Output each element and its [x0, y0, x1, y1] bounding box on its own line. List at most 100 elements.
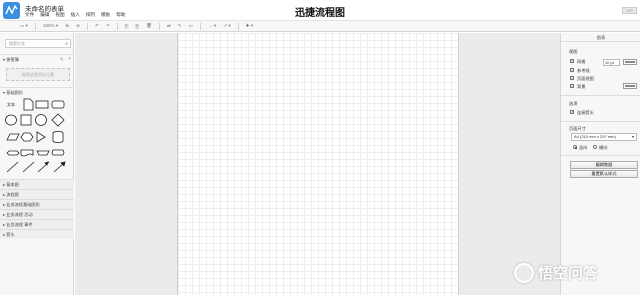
- connection-arrows-label: 连接箭头: [577, 110, 594, 115]
- scratchpad-header[interactable]: ▾ 便笺簿 ✎ +: [0, 54, 74, 63]
- section-bpmn-activities-label: 业务流程 活动: [6, 212, 33, 217]
- shape-diamond: [51, 113, 65, 127]
- section-arrows[interactable]: ▸ 箭头: [0, 229, 74, 239]
- app-title: 迅捷流程图: [295, 8, 345, 19]
- insert-dropdown[interactable]: ✚ ▾: [246, 23, 253, 29]
- connection-style-dropdown[interactable]: → ▾: [208, 23, 216, 29]
- section-basic-label: 基本图: [6, 182, 19, 187]
- menu-file[interactable]: 文件: [25, 12, 34, 18]
- toolbar: ▭ ▾ 100% ▾ ⊕ ⊖ ↶ ↷ ⎘ ⎘ 🗑 ⇄ ✎ ▭ → ▾ ↗ ▾ ✚…: [0, 20, 640, 32]
- to-back-icon[interactable]: ⎘: [135, 24, 139, 29]
- format-panel-tab[interactable]: 图表: [561, 33, 640, 42]
- reset-style-button[interactable]: 重置默认样式: [570, 170, 638, 178]
- page-view-label: 页面视图: [577, 76, 594, 81]
- undo-icon[interactable]: ↶: [95, 23, 99, 29]
- menu-bar: 文件 编辑 视图 插入 排列 模板 帮助: [25, 12, 125, 18]
- grid-color-swatch[interactable]: [623, 59, 637, 65]
- shape-line-2: [22, 161, 35, 173]
- edit-icon[interactable]: ✎: [60, 57, 64, 63]
- toolbar-divider: [200, 22, 201, 30]
- shape-triangle: [36, 131, 46, 143]
- zoom-out-icon[interactable]: ⊖: [76, 23, 80, 29]
- shape-square: [20, 114, 32, 126]
- shape-parallelogram: [6, 133, 20, 141]
- toolbar-divider: [116, 22, 118, 30]
- section-basic[interactable]: ▸ 基本图: [0, 179, 74, 189]
- section-bpmn-events[interactable]: ▸ 业务流程 事件: [0, 219, 74, 229]
- general-shapes-header[interactable]: ▾ 基础图形: [0, 87, 74, 96]
- background-checkbox[interactable]: ✓: [570, 84, 574, 88]
- waypoint-dropdown[interactable]: ↗ ▾: [223, 23, 230, 29]
- connection-arrows-checkbox[interactable]: ✓: [570, 110, 574, 114]
- guides-label: 参考线: [577, 68, 590, 73]
- search-placeholder: 搜索形状: [9, 41, 25, 46]
- general-shapes-title: 基础图形: [6, 90, 24, 95]
- shape-line: [6, 161, 19, 173]
- paper-size-title: 页面尺寸: [569, 126, 586, 131]
- add-icon[interactable]: +: [68, 56, 71, 62]
- line-color-icon[interactable]: ✎: [178, 23, 182, 29]
- paper-size-value: A4 (210 mm x 297 mm): [574, 134, 616, 139]
- flowchart-logo-icon: [5, 5, 18, 15]
- shape-ellipse: [5, 114, 17, 126]
- scratchpad-drop-area[interactable]: 拖到这里添加元素: [6, 68, 70, 81]
- zoom-in-icon[interactable]: ⊕: [65, 23, 69, 29]
- delete-icon[interactable]: 🗑: [146, 23, 152, 29]
- shape-note: [23, 98, 34, 111]
- shape-search-input[interactable]: 搜索形状 ⌕: [5, 39, 71, 48]
- panel-divider: [561, 95, 640, 96]
- section-bpmn-events-label: 业务流程 事件: [6, 222, 33, 227]
- panel-divider: [561, 155, 640, 156]
- vip-badge[interactable]: VIP: [622, 7, 637, 14]
- grid-checkbox[interactable]: ✓: [570, 59, 574, 63]
- to-front-icon[interactable]: ⎘: [125, 24, 129, 29]
- speech-bubble-icon: [514, 262, 534, 283]
- shape-cylinder: [52, 131, 64, 143]
- fill-color-icon[interactable]: ⇄: [167, 23, 171, 29]
- toolbar-divider: [87, 22, 88, 30]
- page-view-checkbox[interactable]: ✓: [570, 76, 574, 80]
- arrow-head-icon: [44, 161, 49, 166]
- canvas-area[interactable]: [75, 33, 560, 295]
- toolbar-divider: [158, 22, 160, 30]
- paper-size-select[interactable]: A4 (210 mm x 297 mm) ▾: [571, 133, 637, 141]
- title-bar: 未命名的表单 文件 编辑 视图 插入 排列 模板 帮助 迅捷流程图 VIP: [0, 0, 640, 20]
- shape-rounded-rectangle: [51, 100, 65, 109]
- zoom-dropdown[interactable]: 100% ▾: [43, 23, 58, 29]
- shape-tag: [51, 149, 65, 156]
- menu-view[interactable]: 视图: [55, 12, 64, 18]
- menu-insert[interactable]: 插入: [71, 12, 80, 18]
- shape-hexagon: [20, 132, 34, 142]
- section-bpmn-general[interactable]: ▸ 业务流程基础图形: [0, 199, 74, 209]
- portrait-radio[interactable]: [573, 145, 577, 149]
- drawing-page[interactable]: [177, 33, 459, 295]
- search-icon[interactable]: ⌕: [65, 41, 68, 47]
- landscape-radio[interactable]: [593, 145, 597, 149]
- shadow-icon[interactable]: ▭: [189, 23, 193, 29]
- section-bpmn-activities[interactable]: ▸ 业务流程 活动: [0, 209, 74, 219]
- scratchpad-title: 便笺簿: [6, 57, 19, 62]
- watermark: 悟空问答: [514, 262, 598, 283]
- background-color-swatch[interactable]: [623, 83, 637, 89]
- toolbar-divider: [34, 22, 36, 30]
- menu-templates[interactable]: 模板: [101, 12, 110, 18]
- edit-data-button[interactable]: 编辑数据: [570, 161, 638, 169]
- guides-checkbox[interactable]: ✓: [570, 68, 574, 72]
- section-flowchart-label: 流程图: [6, 192, 19, 197]
- menu-edit[interactable]: 编辑: [40, 12, 49, 18]
- section-flowchart[interactable]: ▸ 流程图: [0, 189, 74, 199]
- format-panel: 图表 视图 ✓ 网格 10 pt ✓ 参考线 ✓ 页面视图 ✓ 背景 选项 ✓ …: [560, 33, 640, 295]
- grid-size-input[interactable]: 10 pt: [603, 59, 620, 66]
- redo-icon[interactable]: ↷: [106, 23, 110, 29]
- shape-circle: [35, 114, 47, 126]
- toolbar-divider: [237, 22, 239, 30]
- menu-arrange[interactable]: 排列: [86, 12, 95, 18]
- shape-rectangle: [35, 100, 49, 109]
- menu-help[interactable]: 帮助: [116, 12, 125, 18]
- shape-trapezoid: [36, 150, 50, 156]
- shape-text: 文本: [7, 101, 15, 107]
- page-view-dropdown[interactable]: ▭ ▾: [20, 23, 28, 29]
- app-logo[interactable]: [3, 2, 20, 19]
- view-section-title: 视图: [569, 49, 578, 54]
- portrait-label: 竖向: [579, 145, 588, 150]
